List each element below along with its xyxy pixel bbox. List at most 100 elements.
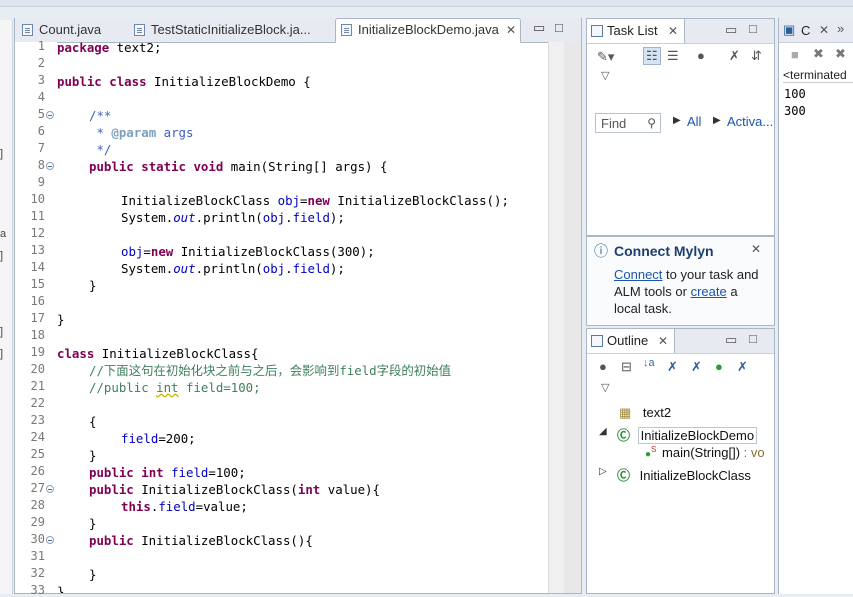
close-icon[interactable]: ✕: [668, 19, 678, 43]
scheduled-icon[interactable]: ☰: [667, 48, 679, 64]
line-number: 13: [30, 243, 45, 257]
minimize-button[interactable]: ▭: [533, 20, 545, 36]
sort-icon[interactable]: ↓a: [643, 357, 655, 369]
mylyn-text-line: Connect to your task and: [614, 267, 759, 282]
code-line: }: [89, 448, 97, 463]
focus-icon[interactable]: ✗: [729, 48, 740, 64]
maximize-button[interactable]: □: [555, 20, 563, 35]
tab-count-java[interactable]: Count.java: [17, 19, 127, 41]
line-number: 29: [30, 515, 45, 529]
filter-activate-link[interactable]: Activa...: [727, 114, 773, 129]
code-line: public InitializeBlockClass(){: [89, 533, 313, 548]
view-menu-icon[interactable]: ▽: [601, 381, 609, 394]
hide-static-icon[interactable]: ✗: [691, 359, 702, 375]
left-marker: ]: [0, 148, 4, 160]
console-status: <terminated: [783, 68, 853, 83]
tab-label: Count.java: [39, 22, 102, 37]
task-list-view: Task List ✕ ▭ □ ✎▾ ☷ ☰ ● ✗ ⇵ ▽ Find ⚲ ▶ …: [586, 18, 775, 236]
java-file-icon: [22, 24, 33, 36]
terminate-icon[interactable]: ■: [791, 47, 799, 62]
close-icon[interactable]: ✕: [751, 242, 761, 256]
code-line: }: [89, 278, 97, 293]
console-titlebar: ▣ C ✕ »: [779, 18, 853, 43]
connect-link[interactable]: Connect: [614, 267, 662, 282]
hide-fields-icon[interactable]: ●: [599, 359, 607, 374]
tab-task-list[interactable]: Task List ✕: [587, 19, 685, 43]
hide-non-public-members-icon[interactable]: ●: [715, 359, 723, 374]
outline-view: Outline ✕ ▭ □ ● ⊟ ↓a ✗ ✗ ● ✗ ▽ ▦ text2 ◢…: [586, 328, 775, 594]
line-number-gutter: 1 2 3 4 5 6 7 8 9 10 11 12 13 14 15 16 1…: [15, 39, 57, 597]
close-icon[interactable]: ✕: [658, 329, 668, 353]
minimize-button[interactable]: ▭: [725, 22, 737, 38]
line-number: 19: [30, 345, 45, 359]
left-marker: ]: [0, 250, 4, 262]
fold-toggle[interactable]: [46, 536, 54, 544]
fold-toggle[interactable]: [46, 162, 54, 170]
task-list-icon: [591, 25, 603, 37]
task-list-titlebar: Task List ✕ ▭ □: [587, 19, 774, 44]
find-input[interactable]: Find ⚲: [595, 113, 661, 133]
tab-initialize-block-demo[interactable]: InitializeBlockDemo.java ✕: [335, 18, 521, 43]
tab-console[interactable]: C: [801, 23, 810, 38]
remove-launch-icon[interactable]: ✖: [813, 46, 824, 62]
left-package-explorer-edge: ] a ] ] ]: [0, 20, 13, 594]
outline-icon: [591, 335, 603, 347]
mylyn-title: Connect Mylyn: [614, 243, 714, 259]
editor-overview-ruler[interactable]: [548, 42, 565, 593]
code-line: }: [89, 516, 97, 531]
tab-label: InitializeBlockDemo.java: [358, 22, 499, 37]
view-menu-icon[interactable]: ▽: [601, 69, 609, 82]
code-line: }: [89, 567, 97, 582]
line-number: 26: [30, 464, 45, 478]
java-file-icon: [134, 24, 145, 36]
code-line: //public int field=100;: [89, 380, 261, 395]
code-line: obj=new InitializeBlockClass(300);: [121, 244, 375, 259]
line-number: 22: [30, 396, 45, 410]
line-number: 10: [30, 192, 45, 206]
editor-vertical-scrollbar[interactable]: [564, 42, 581, 593]
close-icon[interactable]: ✕: [819, 23, 829, 37]
new-task-icon[interactable]: ✎▾: [597, 49, 614, 65]
remove-all-icon[interactable]: ✖: [835, 46, 846, 62]
outline-item-method-main[interactable]: ●S main(String[]) : vo: [645, 445, 765, 460]
outline-item-class-demo[interactable]: Ⓒ InitializeBlockDemo: [617, 425, 758, 444]
code-line: * @param args: [89, 125, 194, 140]
hide-completed-icon[interactable]: ●: [697, 48, 705, 63]
left-marker: ]: [0, 348, 4, 360]
categorized-icon[interactable]: ☷: [643, 47, 661, 65]
maximize-button[interactable]: □: [749, 331, 757, 346]
hide-local-types-icon[interactable]: ✗: [737, 359, 748, 375]
left-marker: a: [0, 228, 7, 240]
expand-toggle[interactable]: ◢: [599, 426, 607, 437]
hide-non-public-icon[interactable]: ✗: [667, 359, 678, 375]
expand-toggle[interactable]: ▷: [599, 466, 607, 477]
info-icon: ⓘ: [594, 243, 608, 259]
minimize-button[interactable]: ▭: [725, 332, 737, 348]
line-number: 4: [37, 90, 45, 104]
java-editor: Count.java TestStaticInitializeBlock.ja.…: [14, 18, 582, 597]
code-text-area[interactable]: package text2; public class InitializeBl…: [57, 42, 547, 593]
fold-toggle[interactable]: [46, 111, 54, 119]
line-number: 3: [37, 73, 45, 87]
line-number: 2: [37, 56, 45, 70]
top-toolbar-strip: [0, 0, 853, 7]
tab-outline[interactable]: Outline ✕: [587, 329, 675, 353]
collapse-all-icon[interactable]: ⊟: [621, 359, 632, 375]
more-views-icon[interactable]: »: [837, 21, 844, 36]
line-number: 1: [37, 39, 45, 53]
create-link[interactable]: create: [691, 284, 727, 299]
console-icon: ▣: [783, 22, 796, 37]
mylyn-text-line: ALM tools or create a: [614, 284, 738, 299]
mylyn-text-line: local task.: [614, 301, 672, 316]
task-list-title: Task List: [607, 23, 658, 38]
class-icon: Ⓒ: [617, 468, 631, 483]
collapse-icon[interactable]: ⇵: [751, 48, 762, 64]
outline-item-class-initialize-block[interactable]: Ⓒ InitializeBlockClass: [617, 465, 751, 484]
fold-toggle[interactable]: [46, 485, 54, 493]
tab-test-static-initialize-block[interactable]: TestStaticInitializeBlock.ja...: [129, 19, 329, 41]
console-output-line: 100: [784, 87, 806, 101]
outline-item-package[interactable]: ▦ text2: [619, 405, 671, 421]
close-icon[interactable]: ✕: [506, 19, 516, 41]
filter-all-link[interactable]: All: [687, 114, 701, 129]
maximize-button[interactable]: □: [749, 21, 757, 36]
